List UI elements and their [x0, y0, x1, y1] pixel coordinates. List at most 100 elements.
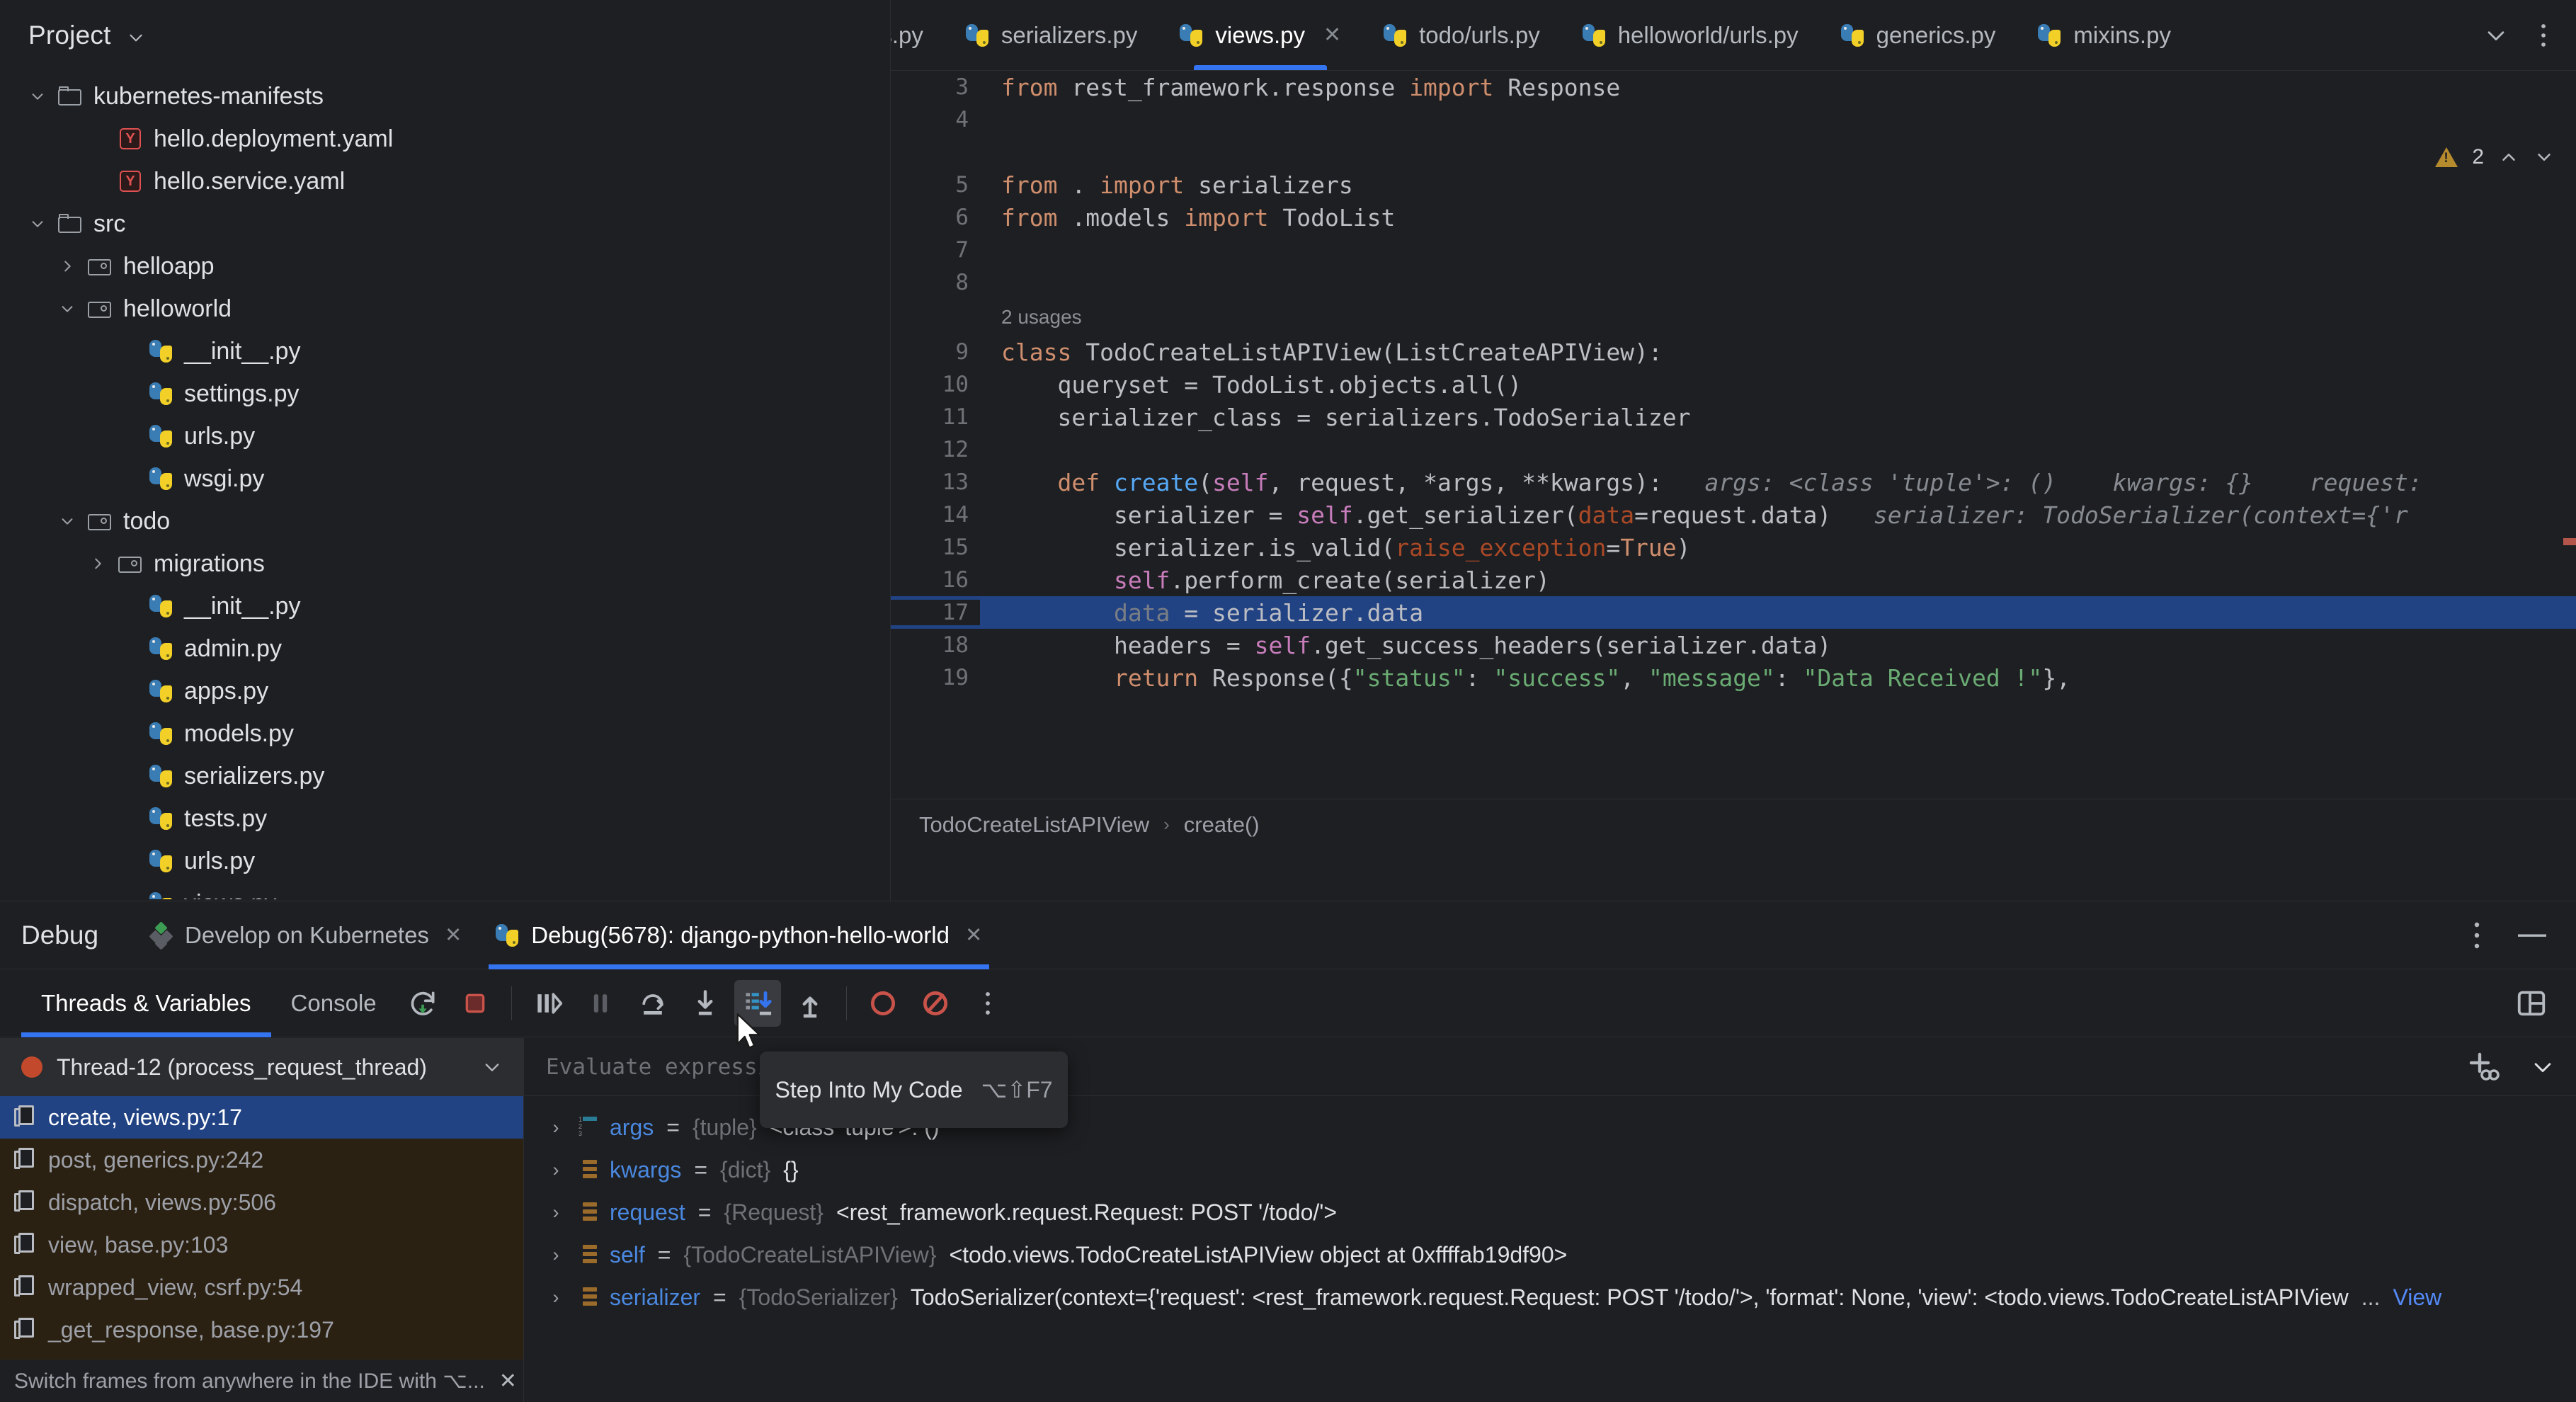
tree-item-todo[interactable]: todo: [0, 500, 890, 542]
chevron-down-icon[interactable]: [2531, 1055, 2555, 1079]
tree-item-admin-py[interactable]: admin.py: [0, 627, 890, 670]
tree-item--init-py[interactable]: __init__.py: [0, 585, 890, 627]
editor-tab-helloworld-urls-py[interactable]: helloworld/urls.py: [1561, 0, 1820, 70]
debug-more-button[interactable]: [964, 980, 1011, 1027]
layout-settings-icon[interactable]: [2515, 987, 2548, 1020]
thread-selector[interactable]: Thread-12 (process_request_thread): [0, 1038, 523, 1096]
more-vertical-icon[interactable]: [2539, 21, 2548, 50]
view-breakpoints-button[interactable]: [860, 980, 906, 1027]
code-line[interactable]: 3 from rest_framework.response import Res…: [891, 71, 2576, 103]
editor-tab-mixins-py[interactable]: mixins.py: [2017, 0, 2192, 70]
tree-item-models-py[interactable]: models.py: [0, 712, 890, 755]
code-line[interactable]: 6 from .models import TodoList: [891, 201, 2576, 234]
editor-tabbar[interactable]: ls.py serializers.py views.py ✕ todo/urls.py…: [891, 0, 2576, 71]
mute-breakpoints-button[interactable]: [912, 980, 959, 1027]
next-problem-icon[interactable]: [2534, 147, 2555, 168]
close-icon[interactable]: ✕: [499, 1369, 517, 1394]
code-line[interactable]: 14 serializer = self.get_serializer(data…: [891, 498, 2576, 531]
tree-item-settings-py[interactable]: settings.py: [0, 372, 890, 415]
tree-item-wsgi-py[interactable]: wsgi.py: [0, 457, 890, 500]
call-stack-frames[interactable]: create, views.py:17 post, generics.py:242…: [0, 1096, 523, 1402]
editor-tab-generics-py[interactable]: generics.py: [1820, 0, 2017, 70]
tree-item-migrations[interactable]: migrations: [0, 542, 890, 585]
code-line[interactable]: 11 serializer_class = serializers.TodoSe…: [891, 401, 2576, 433]
pause-button[interactable]: [577, 980, 624, 1027]
rerun-button[interactable]: [399, 980, 446, 1027]
breadcrumb[interactable]: TodoCreateListAPIView › create(): [891, 799, 2576, 850]
code-line[interactable]: 17 data = serializer.data: [891, 596, 2576, 629]
expand-arrow-icon[interactable]: ›: [546, 1117, 566, 1139]
debug-tab-debug-session[interactable]: Debug(5678): django-python-hello-world ✕: [479, 901, 999, 969]
editor-tab-serializers-py[interactable]: serializers.py: [945, 0, 1159, 70]
stack-frame-row[interactable]: _get_response, base.py:197: [0, 1309, 523, 1351]
tab-console[interactable]: Console: [271, 969, 397, 1037]
editor-tab-todo-urls-py[interactable]: todo/urls.py: [1362, 0, 1561, 70]
debug-session-tabs[interactable]: Develop on Kubernetes ✕ Debug(5678): djang…: [134, 901, 999, 969]
expand-arrow-icon[interactable]: ›: [546, 1287, 566, 1309]
code-line[interactable]: 7: [891, 234, 2576, 266]
tree-toggle-icon[interactable]: [51, 513, 84, 529]
usages-inlay[interactable]: 2 usages: [891, 299, 2576, 336]
more-vertical-icon[interactable]: [2473, 919, 2481, 952]
code-line[interactable]: 10 queryset = TodoList.objects.all(): [891, 368, 2576, 401]
code-line[interactable]: [891, 136, 2576, 169]
chevron-down-icon[interactable]: [127, 28, 145, 47]
tree-item-views-py[interactable]: views.py: [0, 882, 890, 899]
prev-problem-icon[interactable]: [2498, 147, 2519, 168]
stack-frame-row[interactable]: view, base.py:103: [0, 1224, 523, 1266]
editor-tab-ls-py[interactable]: ls.py: [891, 0, 945, 70]
tree-item-helloworld[interactable]: helloworld: [0, 287, 890, 330]
tree-toggle-icon[interactable]: [21, 216, 54, 232]
code-lines[interactable]: 3 from rest_framework.response import Res…: [891, 71, 2576, 694]
step-out-button[interactable]: [787, 980, 833, 1027]
close-icon[interactable]: ✕: [1323, 23, 1341, 47]
code-line[interactable]: 8: [891, 266, 2576, 299]
chevron-down-icon[interactable]: [482, 1057, 502, 1077]
code-line[interactable]: 5 from . import serializers: [891, 169, 2576, 201]
breadcrumb-class[interactable]: TodoCreateListAPIView: [919, 812, 1149, 838]
tree-item-urls-py[interactable]: urls.py: [0, 415, 890, 457]
tree-item--init-py[interactable]: __init__.py: [0, 330, 890, 372]
tree-item-urls-py[interactable]: urls.py: [0, 840, 890, 882]
tree-toggle-icon[interactable]: [51, 258, 84, 274]
tree-item-src[interactable]: src: [0, 203, 890, 245]
tree-item-tests-py[interactable]: tests.py: [0, 797, 890, 840]
variable-row[interactable]: › serializer = {TodoSerializer} TodoSerializ…: [525, 1276, 2576, 1318]
tree-item-serializers-py[interactable]: serializers.py: [0, 755, 890, 797]
code-line[interactable]: 16 self.perform_create(serializer): [891, 564, 2576, 596]
code-line[interactable]: 18 headers = self.get_success_headers(se…: [891, 629, 2576, 661]
code-line[interactable]: 12: [891, 433, 2576, 466]
view-value-link[interactable]: View: [2393, 1284, 2441, 1311]
inspection-widget[interactable]: 2: [2435, 145, 2555, 169]
tab-threads-and-variables[interactable]: Threads & Variables: [21, 969, 271, 1037]
variable-row[interactable]: › kwargs = {dict} {}: [525, 1149, 2576, 1191]
step-over-button[interactable]: [629, 980, 676, 1027]
add-watch-icon[interactable]: [2466, 1050, 2500, 1084]
stack-frame-row[interactable]: post, generics.py:242: [0, 1139, 523, 1181]
stack-frame-row[interactable]: dispatch, views.py:506: [0, 1181, 523, 1224]
code-line[interactable]: 9 class TodoCreateListAPIView(ListCreateA…: [891, 336, 2576, 368]
tree-item-apps-py[interactable]: apps.py: [0, 670, 890, 712]
code-line[interactable]: 4: [891, 103, 2576, 136]
tree-toggle-icon[interactable]: [81, 556, 114, 571]
usages-label[interactable]: 2 usages: [980, 306, 1082, 329]
stack-frame-row[interactable]: create, views.py:17: [0, 1096, 523, 1139]
project-tree[interactable]: kubernetes-manifests Yhello.deployment.ya…: [0, 71, 890, 899]
project-panel-header[interactable]: Project: [0, 0, 890, 71]
close-icon[interactable]: ✕: [965, 923, 982, 947]
expand-arrow-icon[interactable]: ›: [546, 1202, 566, 1224]
code-editor[interactable]: 2 3 from rest_framework.response import R…: [891, 71, 2576, 850]
tree-toggle-icon[interactable]: [21, 89, 54, 104]
tree-item-hello-deployment-yaml[interactable]: Yhello.deployment.yaml: [0, 118, 890, 160]
code-line[interactable]: 13 def create(self, request, *args, **kw…: [891, 466, 2576, 498]
editor-tab-views-py[interactable]: views.py ✕: [1158, 0, 1362, 70]
code-line[interactable]: 19 return Response({"status": "success",…: [891, 661, 2576, 694]
stack-frame-row[interactable]: wrapped_view, csrf.py:54: [0, 1266, 523, 1309]
variable-row[interactable]: › self = {TodoCreateListAPIView} <todo.views…: [525, 1233, 2576, 1276]
tree-item-helloapp[interactable]: helloapp: [0, 245, 890, 287]
variable-row[interactable]: › request = {Request} <rest_framework.reques…: [525, 1191, 2576, 1233]
breadcrumb-method[interactable]: create(): [1184, 812, 1260, 838]
close-icon[interactable]: ✕: [445, 923, 462, 947]
step-into-button[interactable]: [682, 980, 729, 1027]
variables-list[interactable]: ›123args={tuple}<class 'tuple'>: ()›kwar…: [525, 1096, 2576, 1318]
